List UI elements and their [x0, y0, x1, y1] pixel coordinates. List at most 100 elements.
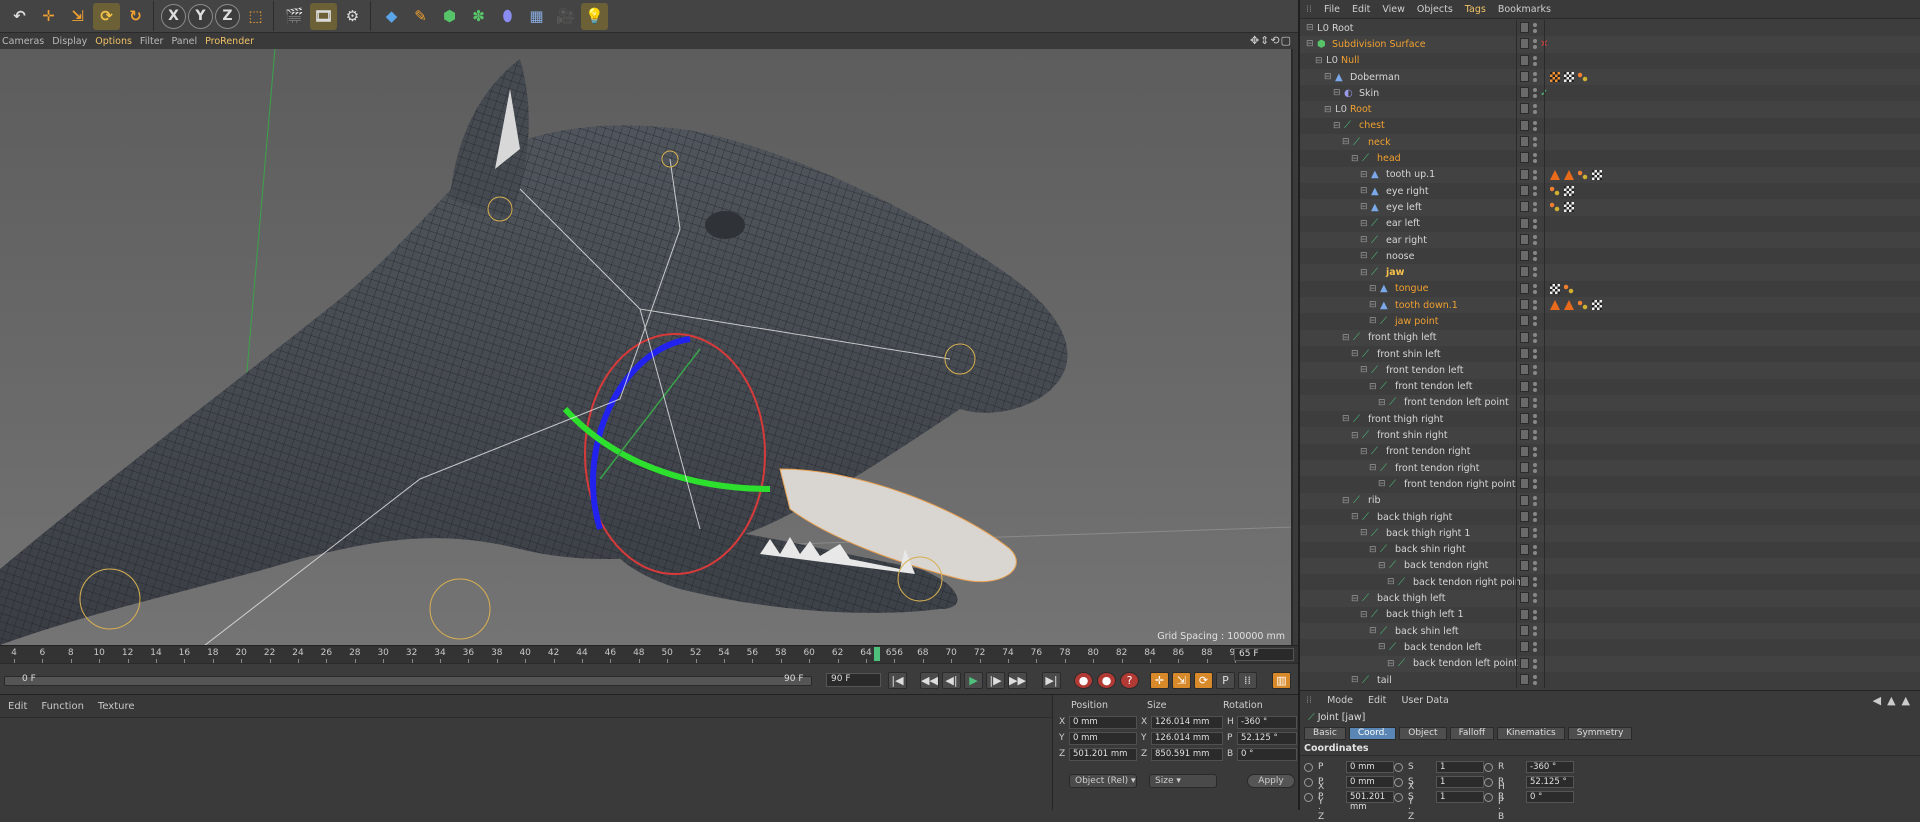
expand-icon[interactable]: ⊟: [1378, 642, 1386, 652]
position-field[interactable]: 501.201 mm: [1346, 791, 1394, 812]
visibility-toggle-icon[interactable]: [1520, 462, 1529, 474]
editor-render-dots-icon[interactable]: [1533, 495, 1537, 506]
pos-y-field[interactable]: 0 mm: [1069, 732, 1137, 745]
object-row[interactable]: ⊟ ⟋ neck: [1300, 134, 1920, 151]
tab-symmetry[interactable]: Symmetry: [1567, 727, 1633, 740]
om-menu-file[interactable]: File: [1318, 4, 1346, 15]
expand-icon[interactable]: ⊟: [1360, 528, 1368, 538]
position-field[interactable]: 0 mm: [1346, 761, 1394, 773]
expand-icon[interactable]: ⊟: [1306, 39, 1314, 49]
scale-tool-icon[interactable]: ⇲: [64, 3, 91, 30]
coord-mode-dropdown[interactable]: Object (Rel) ▾: [1069, 774, 1137, 788]
material-manager-area[interactable]: [0, 717, 1052, 810]
size-y-field[interactable]: 126.014 mm: [1151, 732, 1223, 745]
deformer-icon[interactable]: ⬮: [494, 3, 521, 30]
object-name[interactable]: jaw point: [1395, 316, 1438, 327]
editor-render-dots-icon[interactable]: [1533, 381, 1537, 392]
object-name[interactable]: eye left: [1386, 202, 1422, 213]
object-row[interactable]: ⊟ ⟋ head: [1300, 150, 1920, 166]
scale-field[interactable]: 1: [1436, 776, 1484, 788]
object-row[interactable]: ⊟ L0 Null: [1300, 53, 1920, 69]
tab-falloff[interactable]: Falloff: [1449, 727, 1495, 740]
ik-tag-icon[interactable]: [1550, 202, 1560, 213]
expand-icon[interactable]: ⊟: [1369, 463, 1377, 473]
object-row[interactable]: ⊟ ⟋ back shin right: [1300, 542, 1920, 558]
rotation-field[interactable]: 0 °: [1526, 791, 1574, 803]
visibility-toggle-icon[interactable]: [1520, 136, 1529, 148]
editor-render-dots-icon[interactable]: [1533, 560, 1537, 571]
previous-key-button[interactable]: ◀◀: [920, 672, 939, 689]
expand-icon[interactable]: ⊟: [1351, 431, 1359, 441]
keyframe-selection-button[interactable]: ?: [1120, 672, 1139, 689]
object-name[interactable]: Doberman: [1350, 72, 1400, 83]
texture-tag-icon[interactable]: [1564, 169, 1574, 180]
animate-radio-icon[interactable]: [1394, 793, 1403, 802]
editor-render-dots-icon[interactable]: [1533, 463, 1537, 474]
menu-texture[interactable]: Texture: [90, 701, 141, 712]
editor-render-dots-icon[interactable]: [1533, 511, 1537, 522]
menu-panel[interactable]: Panel: [169, 36, 203, 47]
expand-icon[interactable]: ⊟: [1360, 202, 1368, 212]
expand-icon[interactable]: ⊟: [1369, 382, 1377, 392]
object-row[interactable]: ⊟ ⟋ jaw: [1300, 264, 1920, 281]
expand-icon[interactable]: ⊟: [1360, 235, 1368, 245]
object-row[interactable]: ⊟ ⟋ back thigh left: [1300, 590, 1920, 607]
object-row[interactable]: ⊟ ⟋ ear right: [1300, 231, 1920, 249]
visibility-toggle-icon[interactable]: [1520, 217, 1529, 229]
object-row[interactable]: ⊟ ⟋ front thigh right: [1300, 411, 1920, 427]
editor-render-dots-icon[interactable]: [1533, 185, 1537, 196]
object-row[interactable]: ⊟ ⟋ front shin left: [1300, 346, 1920, 362]
object-row[interactable]: ⊟ ⟋ back tendon right point: [1300, 574, 1920, 590]
cube-icon[interactable]: ◆: [378, 3, 405, 30]
expand-icon[interactable]: ⊟: [1342, 137, 1350, 147]
visibility-toggle-icon[interactable]: [1520, 429, 1529, 441]
expand-icon[interactable]: ⊟: [1369, 626, 1377, 636]
editor-render-dots-icon[interactable]: [1533, 234, 1537, 245]
visibility-toggle-icon[interactable]: [1520, 103, 1529, 115]
material-tag-icon[interactable]: [1564, 71, 1574, 82]
visibility-toggle-icon[interactable]: [1520, 657, 1529, 669]
visibility-toggle-icon[interactable]: [1520, 119, 1529, 131]
history-arrows[interactable]: ◀▲▲: [1873, 694, 1916, 707]
object-name[interactable]: front tendon right point: [1404, 479, 1516, 490]
expand-icon[interactable]: ⊟: [1360, 186, 1368, 196]
expand-icon[interactable]: ⊟: [1360, 365, 1368, 375]
expand-icon[interactable]: ⊟: [1315, 56, 1323, 66]
object-name[interactable]: Root: [1350, 104, 1372, 115]
object-name[interactable]: Skin: [1359, 88, 1379, 99]
object-name[interactable]: back thigh left: [1377, 593, 1445, 604]
rot-p-field[interactable]: 52.125 °: [1237, 732, 1297, 745]
expand-icon[interactable]: ⊟: [1360, 610, 1368, 620]
object-row[interactable]: ⊟ ⟋ front tendon left: [1300, 362, 1920, 379]
floor-icon[interactable]: ▦: [523, 3, 550, 30]
ik-tag-icon[interactable]: [1578, 300, 1588, 311]
light-icon[interactable]: 💡: [581, 2, 608, 30]
menu-edit[interactable]: Edit: [0, 701, 33, 712]
editor-render-dots-icon[interactable]: [1533, 120, 1537, 131]
animate-radio-icon[interactable]: [1304, 778, 1313, 787]
go-to-start-button[interactable]: |◀: [888, 672, 907, 689]
ik-tag-icon[interactable]: [1578, 169, 1588, 180]
expand-icon[interactable]: ⊟: [1333, 121, 1341, 131]
object-name[interactable]: head: [1377, 153, 1401, 164]
record-button[interactable]: ●: [1074, 672, 1093, 689]
editor-render-dots-icon[interactable]: [1533, 430, 1537, 441]
record-position-icon[interactable]: ✛: [1150, 672, 1169, 689]
autokey-button[interactable]: ●: [1097, 672, 1116, 689]
om-menu-view[interactable]: View: [1376, 4, 1411, 15]
rotation-field[interactable]: 52.125 °: [1526, 776, 1574, 788]
material-tag-icon[interactable]: [1592, 169, 1602, 180]
visibility-toggle-icon[interactable]: [1520, 38, 1529, 50]
editor-render-dots-icon[interactable]: [1533, 577, 1537, 588]
object-name[interactable]: front tendon left: [1395, 381, 1472, 392]
expand-icon[interactable]: ⊟: [1351, 349, 1359, 359]
visibility-toggle-icon[interactable]: [1520, 478, 1529, 490]
editor-render-dots-icon[interactable]: [1533, 55, 1537, 66]
editor-render-dots-icon[interactable]: [1533, 593, 1537, 604]
visibility-toggle-icon[interactable]: [1520, 152, 1529, 164]
object-row[interactable]: ⊟⬢Subdivision Surface✕: [1300, 36, 1920, 53]
expand-icon[interactable]: ⊟: [1342, 414, 1350, 424]
record-scale-icon[interactable]: ⇲: [1172, 672, 1191, 689]
object-row[interactable]: ⊟ ⟋ jaw point: [1300, 313, 1920, 329]
current-frame-field[interactable]: 90 F: [826, 673, 881, 687]
